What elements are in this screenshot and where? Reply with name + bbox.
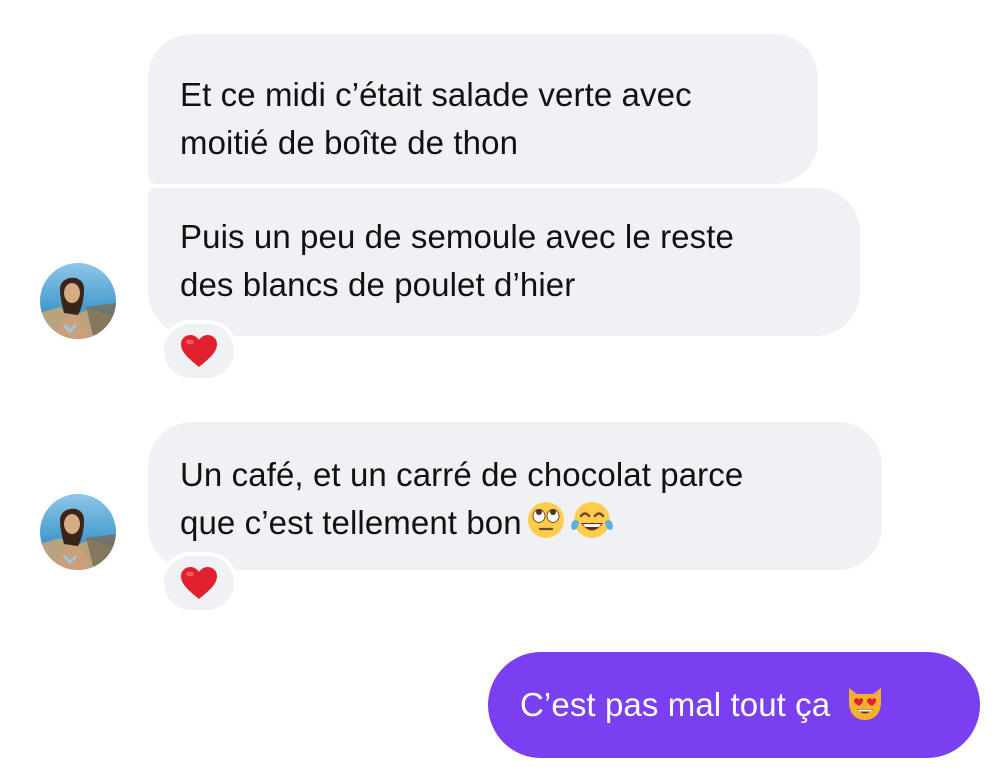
- avatar[interactable]: [40, 263, 116, 339]
- message-bubble-incoming[interactable]: Un café, et un carré de chocolat parce q…: [148, 422, 882, 570]
- message-text: C’est pas mal tout ça: [520, 681, 950, 735]
- message-text: Puis un peu de semoule avec le reste des…: [180, 218, 734, 303]
- message-text: Et ce midi c’était salade verte avec moi…: [180, 76, 692, 161]
- contact-avatar-icon: [40, 494, 116, 570]
- message-text: Un café, et un carré de chocolat parce q…: [180, 451, 852, 553]
- avatar[interactable]: [40, 494, 116, 570]
- message-bubble-incoming[interactable]: Puis un peu de semoule avec le reste des…: [148, 188, 860, 336]
- message-text-body: C’est pas mal tout ça: [520, 686, 831, 723]
- red-heart-icon: [181, 567, 217, 599]
- face-with-tears-of-joy-icon: [570, 500, 614, 553]
- message-bubble-outgoing[interactable]: C’est pas mal tout ça: [488, 652, 980, 758]
- reaction-heart[interactable]: [160, 552, 238, 614]
- red-heart-icon: [181, 335, 217, 367]
- face-with-rolling-eyes-icon: [526, 500, 566, 553]
- message-bubble-incoming[interactable]: Et ce midi c’était salade verte avec moi…: [148, 34, 818, 184]
- smiling-cat-with-heart-eyes-icon: [844, 682, 886, 735]
- contact-avatar-icon: [40, 263, 116, 339]
- message-text-body: Un café, et un carré de chocolat parce q…: [180, 456, 744, 541]
- reaction-heart[interactable]: [160, 320, 238, 382]
